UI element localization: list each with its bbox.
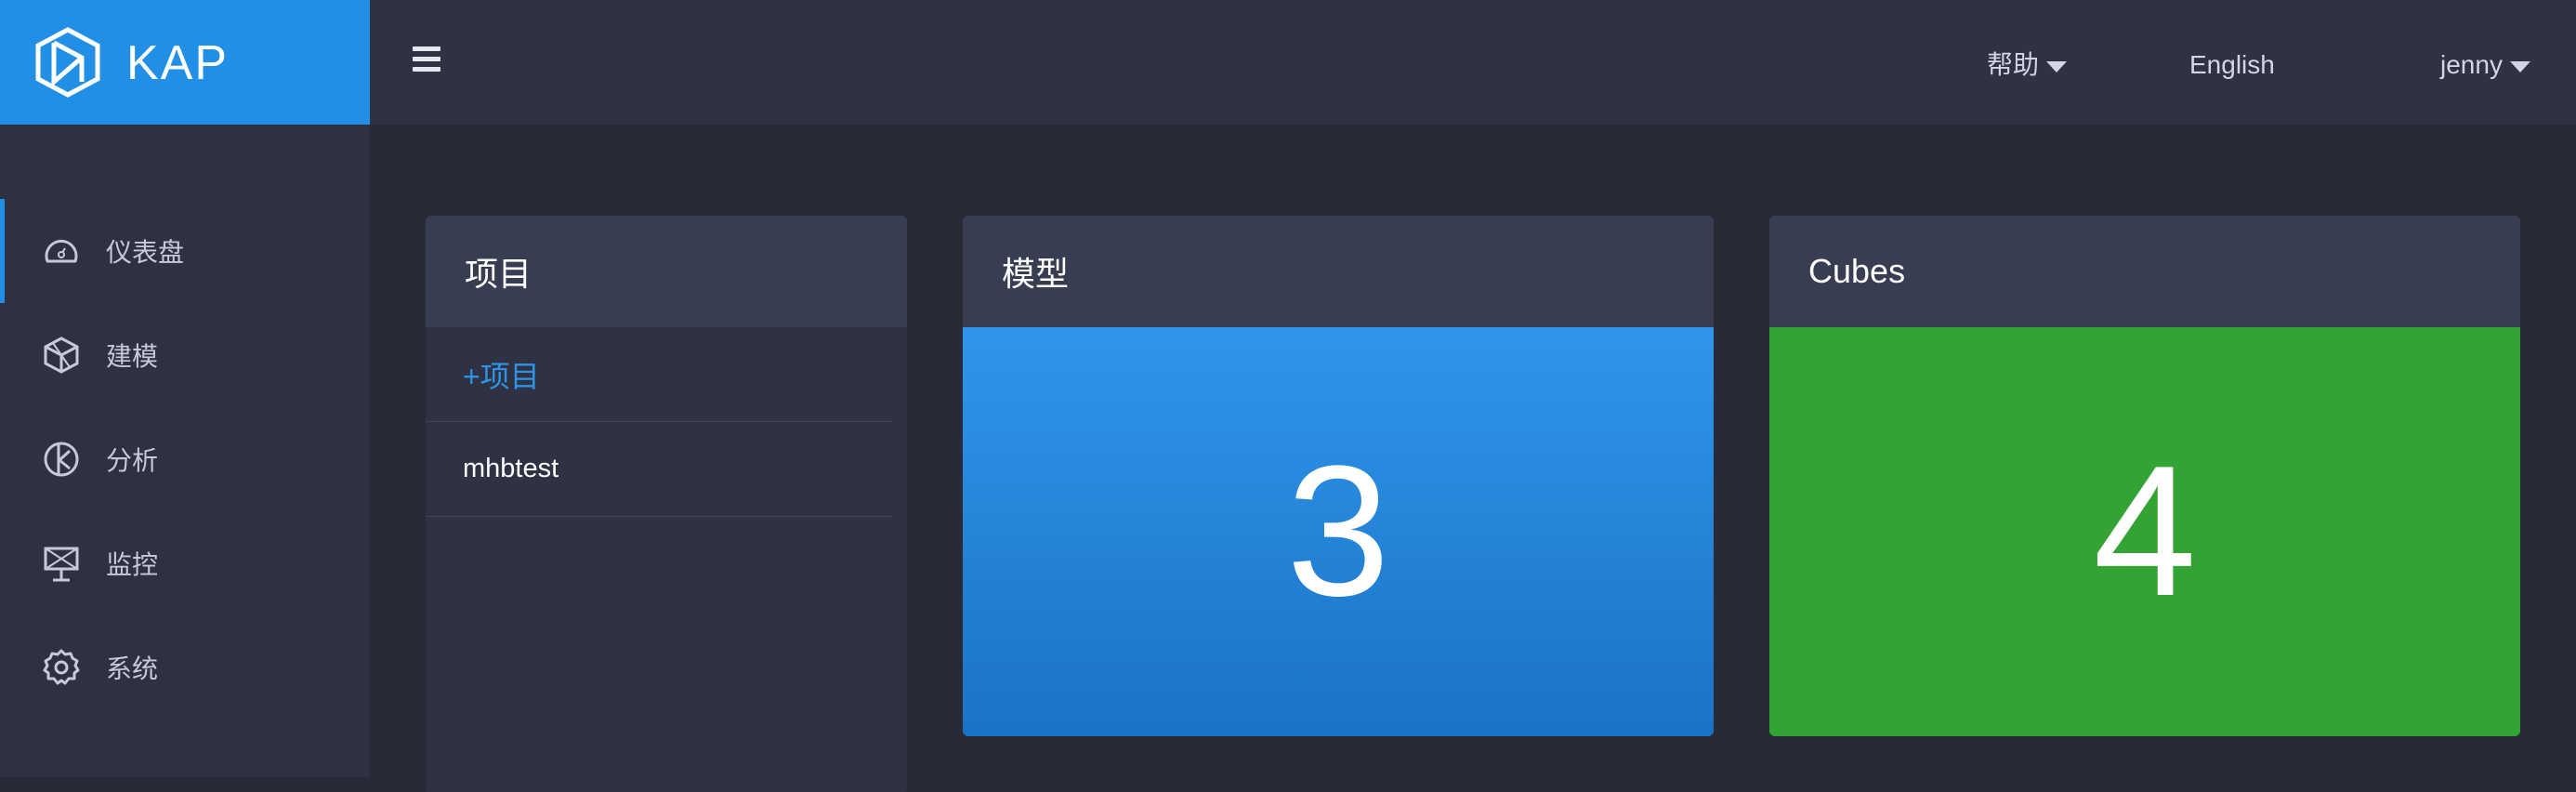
brand-name: KAP <box>126 36 230 90</box>
analysis-pie-icon <box>41 439 82 480</box>
cubes-card-title: Cubes <box>1769 216 2520 327</box>
models-card: 模型 3 <box>963 216 1714 736</box>
project-name[interactable]: mhbtest <box>463 454 559 484</box>
help-menu[interactable]: 帮助 <box>1987 46 2068 84</box>
user-menu[interactable]: jenny <box>2440 46 2530 84</box>
list-item[interactable]: mhbtest <box>426 422 892 517</box>
sidebar-item-label: 建模 <box>106 342 159 371</box>
chevron-down-icon <box>2509 60 2530 73</box>
language-switch[interactable]: English <box>2189 46 2275 84</box>
sidebar-item-modeling[interactable]: 建模 <box>0 303 370 407</box>
brand-header[interactable]: KAP <box>0 0 370 125</box>
user-name: jenny <box>2440 50 2503 79</box>
models-card-title: 模型 <box>963 216 1714 327</box>
top-header: 帮助 English jenny <box>370 0 2576 125</box>
projects-card: 项目 +项目 mhbtest <box>426 216 907 792</box>
add-project-link[interactable]: +项目 <box>463 353 540 396</box>
gear-icon <box>41 647 82 688</box>
sidebar-item-label: 系统 <box>106 654 159 683</box>
sidebar-item-label: 分析 <box>106 446 159 475</box>
dashboard-gauge-icon <box>41 231 82 271</box>
add-project-row: +项目 <box>426 327 892 422</box>
sidebar-item-analysis[interactable]: 分析 <box>0 407 370 511</box>
cubes-count[interactable]: 4 <box>1769 327 2520 736</box>
kap-hexagon-logo-icon <box>35 27 100 98</box>
projects-card-title: 项目 <box>426 216 907 327</box>
models-count[interactable]: 3 <box>963 327 1714 736</box>
sidebar-item-dashboard[interactable]: 仪表盘 <box>0 199 370 303</box>
sidebar: KAP 仪表盘 建模 分析 监控 系统 <box>0 0 370 777</box>
sidebar-item-label: 监控 <box>106 550 159 579</box>
hamburger-menu-icon[interactable] <box>413 46 440 76</box>
sidebar-item-monitor[interactable]: 监控 <box>0 511 370 615</box>
sidebar-item-label: 仪表盘 <box>106 238 185 267</box>
cube-model-icon <box>41 335 82 376</box>
language-label: English <box>2189 50 2275 79</box>
sidebar-nav: 仪表盘 建模 分析 监控 系统 <box>0 199 370 719</box>
monitor-board-icon <box>41 543 82 584</box>
chevron-down-icon <box>2046 60 2068 73</box>
sidebar-item-system[interactable]: 系统 <box>0 615 370 719</box>
cubes-card: Cubes 4 <box>1769 216 2520 736</box>
help-label: 帮助 <box>1987 50 2040 79</box>
